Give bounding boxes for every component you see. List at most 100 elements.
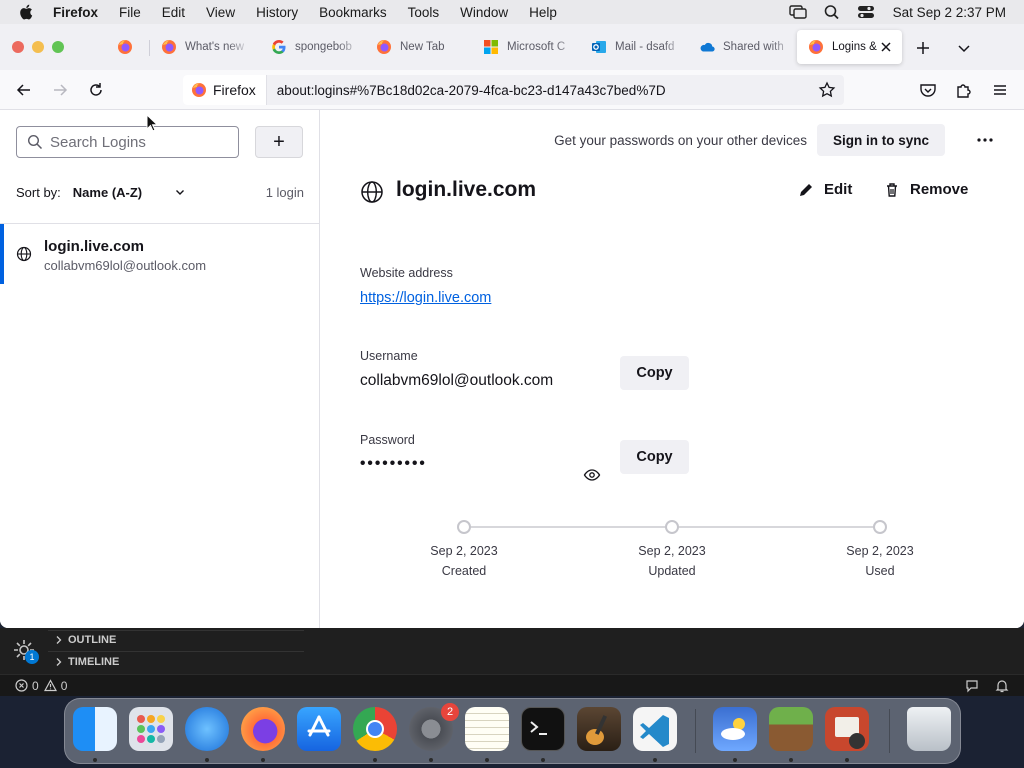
close-tab-icon[interactable] [878, 39, 894, 55]
created-date: Sep 2, 2023 [430, 544, 498, 558]
minecraft-icon[interactable] [769, 707, 813, 751]
search-icon [27, 134, 43, 150]
tab-outlook-mail[interactable]: Mail - dsafd [580, 30, 685, 64]
terminal-icon[interactable] [521, 707, 565, 751]
hamburger-menu-icon[interactable] [990, 80, 1010, 100]
website-address-link[interactable]: https://login.live.com [360, 290, 491, 306]
control-center-icon[interactable] [857, 4, 875, 20]
forward-arrow-icon[interactable] [50, 80, 70, 100]
timeline-section[interactable]: TIMELINE [54, 656, 119, 668]
chevron-right-icon [56, 636, 62, 644]
settings-badge: 2 [441, 703, 459, 721]
firefox-icon [377, 40, 391, 54]
window-minimize-button[interactable] [32, 41, 44, 53]
reveal-password-eye-icon[interactable] [583, 466, 601, 484]
login-count: 1 login [265, 184, 304, 200]
tab-microsoft[interactable]: Microsoft C [472, 30, 577, 64]
safari-icon[interactable] [185, 707, 229, 751]
tab-label: New Tab [400, 41, 445, 53]
extensions-puzzle-icon[interactable] [954, 80, 974, 100]
firefox-icon [809, 40, 823, 54]
globe-icon [361, 181, 383, 203]
google-icon [272, 40, 286, 54]
tab-firefox-pinned[interactable] [106, 30, 146, 64]
warning-count[interactable]: 0 [61, 679, 68, 693]
identity-box[interactable]: Firefox [183, 75, 267, 105]
sign-in-to-sync-button[interactable]: Sign in to sync [816, 124, 945, 156]
menu-clock[interactable]: Sat Sep 2 2:37 PM [893, 5, 1006, 20]
apple-icon[interactable] [18, 3, 36, 21]
search-logins-field[interactable] [16, 126, 239, 158]
notifications-bell-icon[interactable] [995, 679, 1009, 693]
login-list-item[interactable]: login.live.com collabvm69lol@outlook.com [0, 224, 319, 284]
copy-password-button[interactable]: Copy [620, 440, 689, 474]
window-zoom-button[interactable] [52, 41, 64, 53]
bookmark-star-icon[interactable] [818, 81, 836, 99]
finder-icon[interactable] [73, 707, 117, 751]
feedback-icon[interactable] [965, 679, 979, 693]
login-detail-panel: Get your passwords on your other devices… [320, 110, 1024, 628]
edit-button[interactable]: Edit [798, 181, 852, 198]
microsoft-icon [484, 40, 498, 54]
garageband-icon[interactable] [577, 707, 621, 751]
firefox-dock-icon[interactable] [241, 707, 285, 751]
menu-history[interactable]: History [256, 5, 298, 20]
timeline-dot-used [873, 520, 887, 534]
photo-booth-icon[interactable] [825, 707, 869, 751]
menu-firefox[interactable]: Firefox [53, 5, 98, 20]
menu-edit[interactable]: Edit [162, 5, 185, 20]
warning-icon[interactable] [43, 679, 57, 692]
error-count[interactable]: 0 [32, 679, 39, 693]
menu-window[interactable]: Window [460, 5, 508, 20]
new-tab-plus-icon[interactable] [915, 40, 931, 56]
screen-mirroring-icon[interactable] [788, 4, 807, 20]
username-value: collabvm69lol@outlook.com [360, 372, 554, 389]
menu-help[interactable]: Help [529, 5, 557, 20]
weather-icon[interactable] [713, 707, 757, 751]
tab-bar: What's new spongebob New Tab Microsoft C… [0, 24, 1024, 70]
chrome-icon[interactable] [353, 707, 397, 751]
tab-whats-new[interactable]: What's new [150, 30, 250, 64]
menu-file[interactable]: File [119, 5, 141, 20]
spotlight-search-icon[interactable] [823, 4, 841, 20]
onedrive-icon [700, 42, 715, 52]
pocket-icon[interactable] [918, 80, 938, 100]
login-item-username: collabvm69lol@outlook.com [44, 258, 207, 273]
url-text[interactable]: about:logins#%7Bc18d02ca-2079-4fca-bc23-… [277, 83, 666, 98]
list-all-tabs-chevron-icon[interactable] [956, 40, 972, 56]
login-item-title: login.live.com [44, 238, 145, 255]
url-bar[interactable]: Firefox about:logins#%7Bc18d02ca-2079-4f… [183, 75, 844, 105]
timeline-section-label: TIMELINE [68, 656, 120, 668]
create-login-button[interactable]: + [255, 126, 303, 158]
remove-button[interactable]: Remove [884, 181, 968, 198]
chevron-down-icon[interactable] [174, 186, 186, 198]
sort-row: Sort by: Name (A-Z) 1 login [16, 183, 304, 201]
updated-date: Sep 2, 2023 [638, 544, 706, 558]
launchpad-icon[interactable] [129, 707, 173, 751]
trash-dock-icon[interactable] [907, 707, 951, 751]
tab-label: Logins & [832, 41, 877, 53]
menu-bookmarks[interactable]: Bookmarks [319, 5, 387, 20]
error-icon[interactable] [15, 679, 28, 692]
more-options-button[interactable] [969, 124, 1001, 156]
reload-icon[interactable] [86, 80, 106, 100]
tab-onedrive-shared[interactable]: Shared with [688, 30, 793, 64]
tab-google-spongebob[interactable]: spongebob [260, 30, 360, 64]
menu-tools[interactable]: Tools [408, 5, 440, 20]
tab-logins-passwords[interactable]: Logins & [797, 30, 902, 64]
dock: 2 [64, 698, 961, 764]
search-input[interactable] [50, 133, 230, 151]
tab-new-tab[interactable]: New Tab [365, 30, 470, 64]
sort-select[interactable]: Name (A-Z) [73, 185, 142, 200]
app-store-icon[interactable] [297, 707, 341, 751]
outline-section[interactable]: OUTLINE [54, 634, 116, 646]
mouse-cursor-icon [146, 114, 158, 132]
textedit-icon[interactable] [465, 707, 509, 751]
menu-view[interactable]: View [206, 5, 235, 20]
copy-username-button[interactable]: Copy [620, 356, 689, 390]
window-close-button[interactable] [12, 41, 24, 53]
back-arrow-icon[interactable] [14, 80, 34, 100]
vscode-icon[interactable] [633, 707, 677, 751]
sort-label: Sort by: [16, 184, 61, 200]
updated-label: Updated [648, 564, 696, 578]
